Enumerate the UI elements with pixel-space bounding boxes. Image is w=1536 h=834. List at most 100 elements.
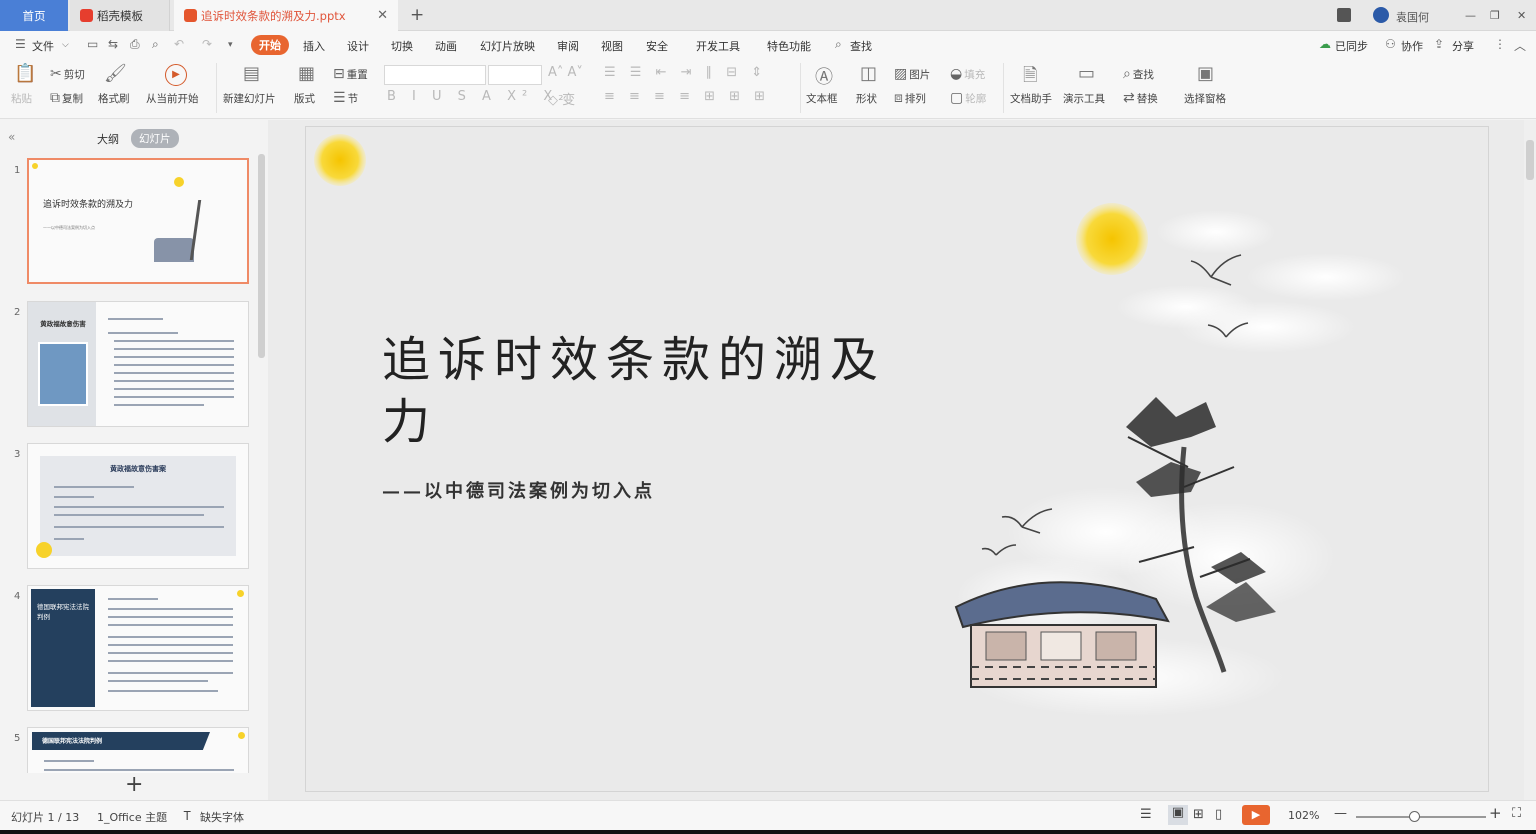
window-count-icon[interactable] (1337, 8, 1351, 22)
menu-file[interactable]: 文件 (32, 38, 54, 54)
share-icon[interactable]: ⇪ (1434, 37, 1444, 51)
slide-thumbnail-5[interactable]: 德国联邦宪法法院判例 (27, 727, 249, 773)
replace-button[interactable]: ⇄ 替换 (1123, 90, 1158, 106)
search-icon[interactable]: ⌕ (835, 37, 842, 52)
fill-button[interactable]: ◒ 填充 (950, 66, 985, 82)
slide-scrollbar[interactable] (1524, 120, 1536, 800)
menu-review[interactable]: 审阅 (557, 38, 579, 54)
cut-button[interactable]: ✂ 剪切 (50, 66, 85, 82)
doc-assistant-button[interactable]: 文档助手 (1010, 91, 1052, 106)
close-window-icon[interactable]: ✕ (1517, 9, 1526, 22)
print-preview-icon[interactable]: ⌕ (152, 37, 159, 52)
save-icon[interactable]: ▭ (87, 37, 98, 51)
notes-icon[interactable]: ☰ (1140, 807, 1152, 822)
add-slide-button[interactable]: + (125, 772, 143, 797)
print-icon[interactable]: ⎙ (130, 37, 140, 52)
slide-thumbnail-1[interactable]: 追诉时效条款的溯及力 ——以中德司法案例为切入点 (27, 158, 249, 284)
menu-design[interactable]: 设计 (347, 38, 369, 54)
zoom-out-icon[interactable]: — (1334, 806, 1347, 821)
menu-view[interactable]: 视图 (601, 38, 623, 54)
slide-thumbnail-2[interactable]: 黄政福故意伤害 (27, 301, 249, 427)
share-label[interactable]: 分享 (1452, 38, 1474, 54)
menu-insert[interactable]: 插入 (303, 38, 325, 54)
reading-view-icon[interactable]: ▯ (1215, 807, 1222, 822)
collapse-panel-icon[interactable]: « (8, 130, 15, 144)
normal-view-icon[interactable]: ▣ (1168, 805, 1188, 825)
missing-font-label[interactable]: 缺失字体 (200, 809, 244, 825)
section-button[interactable]: ☰ 节 (333, 90, 358, 106)
panel-scrollbar[interactable] (258, 154, 265, 358)
zoom-slider-knob[interactable] (1408, 811, 1420, 822)
collab-icon[interactable]: ⚇ (1385, 37, 1396, 51)
chevron-down-icon[interactable]: ⌵ (62, 40, 69, 50)
format-painter-icon[interactable]: 🖌 (104, 63, 127, 84)
close-icon[interactable]: ✕ (377, 8, 388, 23)
scrollbar-thumb[interactable] (1526, 140, 1534, 180)
export-icon[interactable]: ⇆ (108, 37, 118, 51)
slide-editor[interactable]: 追诉时效条款的溯及力 ——以中德司法案例为切入点 (305, 126, 1489, 792)
customize-icon[interactable]: ▾ (228, 40, 233, 50)
menu-start[interactable]: 开始 (251, 35, 289, 55)
paste-button[interactable]: 粘贴 (11, 91, 32, 106)
minimize-icon[interactable]: — (1465, 9, 1476, 22)
theme-name[interactable]: 1_Office 主题 (97, 809, 167, 825)
outline-tab[interactable]: 大纲 (97, 131, 119, 147)
reset-button[interactable]: ⊟ 重置 (333, 66, 368, 82)
hamburger-icon[interactable]: ☰ (15, 37, 26, 51)
collapse-ribbon-icon[interactable]: ︿ (1514, 37, 1526, 54)
paragraph-list-buttons[interactable]: ☰ ☰ ⇤ ⇥ ∥ ⊟ ⇕ (604, 65, 767, 80)
slide-thumbnail-4[interactable]: 德国联邦宪法法院判例 (27, 585, 249, 711)
restore-icon[interactable]: ❐ (1490, 9, 1500, 22)
play-slideshow-icon[interactable]: ▶ (1242, 805, 1270, 825)
tab-template[interactable]: 稻壳模板 (70, 0, 170, 31)
shape-button[interactable]: 形状 (856, 91, 877, 106)
from-current-button[interactable]: 从当前开始 (146, 91, 199, 106)
shape-icon[interactable]: ◫ (860, 63, 877, 84)
menu-transition[interactable]: 切换 (391, 38, 413, 54)
layout-icon[interactable]: ▦ (298, 63, 315, 84)
play-from-current-icon[interactable]: ▶ (165, 64, 187, 86)
user-name[interactable]: 袁国何 (1396, 9, 1429, 25)
menu-developer[interactable]: 开发工具 (696, 38, 740, 54)
collab-label[interactable]: 协作 (1401, 38, 1423, 54)
new-slide-icon[interactable]: ▤ (243, 63, 260, 84)
presentation-tools-button[interactable]: 演示工具 (1063, 91, 1105, 106)
zoom-slider[interactable] (1356, 811, 1486, 822)
textbox-button[interactable]: 文本框 (806, 91, 838, 106)
sync-label[interactable]: 已同步 (1335, 38, 1368, 54)
avatar[interactable] (1373, 7, 1389, 23)
presentation-tools-icon[interactable]: ▭ (1078, 63, 1095, 84)
layout-button[interactable]: 版式 (294, 91, 315, 106)
font-size-field[interactable] (488, 65, 542, 85)
slide-counter[interactable]: 幻灯片 1 / 13 (11, 809, 79, 825)
tab-home[interactable]: 首页 (0, 0, 68, 31)
selection-pane-button[interactable]: 选择窗格 (1184, 91, 1226, 106)
zoom-level[interactable]: 102% (1288, 809, 1319, 822)
slide-thumbnail-3[interactable]: 黄政福故意伤害案 (27, 443, 249, 569)
menu-security[interactable]: 安全 (646, 38, 668, 54)
sorter-view-icon[interactable]: ⊞ (1193, 807, 1204, 822)
cloud-sync-icon[interactable]: ☁ (1319, 37, 1331, 51)
outline-button[interactable]: ▢ 轮廓 (950, 90, 986, 106)
textbox-icon[interactable]: Ⓐ (815, 63, 833, 89)
font-style-buttons[interactable]: B I U S A X² X₂ (387, 89, 569, 104)
doc-assistant-icon[interactable]: 🗎 (1023, 63, 1037, 93)
arrange-button[interactable]: ⧈ 排列 (894, 90, 926, 106)
selection-pane-icon[interactable]: ▣ (1197, 63, 1214, 84)
copy-button[interactable]: ⧉ 复制 (50, 90, 83, 106)
slides-tab[interactable]: 幻灯片 (131, 129, 179, 148)
new-tab-icon[interactable]: + (410, 5, 424, 25)
menu-features[interactable]: 特色功能 (767, 38, 811, 54)
clear-format-icon[interactable]: ◇ 变 (548, 89, 575, 108)
zoom-in-icon[interactable]: + (1489, 804, 1502, 822)
fit-window-icon[interactable]: ⛶ (1512, 806, 1521, 821)
picture-button[interactable]: ▨ 图片 (894, 66, 930, 82)
menu-animation[interactable]: 动画 (435, 38, 457, 54)
grow-font-icon[interactable]: A˄ A˅ (548, 65, 583, 80)
paste-icon[interactable]: 📋 (14, 63, 36, 84)
new-slide-button[interactable]: 新建幻灯片 (223, 91, 276, 106)
tab-document[interactable]: 追诉时效条款的溯及力.pptx ✕ (174, 0, 398, 31)
font-name-field[interactable] (384, 65, 486, 85)
find-button[interactable]: ⌕ 查找 (1123, 66, 1154, 82)
redo-icon[interactable]: ↷ (202, 37, 212, 51)
